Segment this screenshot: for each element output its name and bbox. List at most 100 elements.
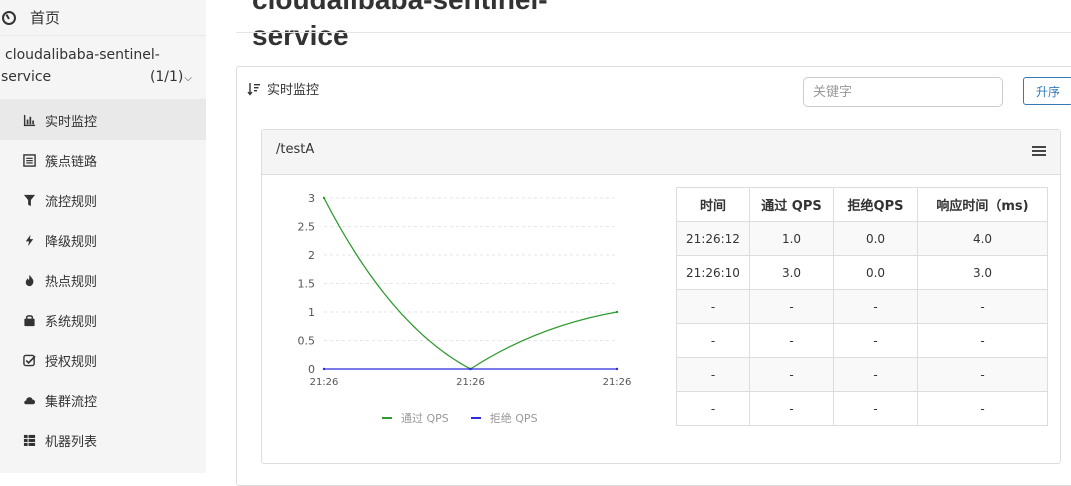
col-header-pass-qps: 通过 QPS <box>749 187 834 222</box>
sidebar-item-label: 降级规则 <box>45 234 98 250</box>
series-point-1 <box>322 367 326 371</box>
sidebar-item-label: 机器列表 <box>45 434 98 450</box>
table-row: ---- <box>676 357 1048 392</box>
table-cell: 21:26:10 <box>676 255 750 290</box>
sidebar-menu: 实时监控 簇点链路 流控规则 降级规则 热点规则 系统规则 授权规则 集群流控 <box>0 100 206 460</box>
table-cell: - <box>676 323 750 358</box>
series-point-1 <box>615 367 619 371</box>
sidebar-item-label: 系统规则 <box>45 314 98 330</box>
table-cell: - <box>749 391 834 426</box>
table-cell: - <box>833 323 918 358</box>
bolt-icon <box>22 233 36 247</box>
keyword-search-input[interactable] <box>803 77 1003 107</box>
metrics-table: 时间 通过 QPS 拒绝QPS 响应时间（ms) 21:26:12 1.0 0.0 4… <box>676 187 1048 426</box>
panel-heading: 实时监控 <box>247 79 319 98</box>
qps-chart: 3 2.5 2 1.5 1 0.5 0 21:26 21:26 21:26 <box>274 185 634 435</box>
col-header-rt: 响应时间（ms) <box>917 187 1048 222</box>
x-tick-label: 21:26 <box>310 377 339 388</box>
table-cell: 3.0 <box>917 255 1048 290</box>
y-tick-label: 2.5 <box>298 221 316 234</box>
resource-card: /testA 3 2.5 2 1.5 1 0.5 0 21:26 21:26 21:26 通过 Q… <box>261 129 1061 464</box>
chevron-down-icon: ⌵ <box>184 73 192 84</box>
table-cell: 1.0 <box>749 221 834 256</box>
table-cell: - <box>917 289 1048 324</box>
app-count: (1/1) <box>149 69 184 85</box>
check-icon <box>22 353 36 367</box>
sidebar-item-label: 簇点链路 <box>45 154 98 170</box>
sort-desc-icon <box>247 82 260 96</box>
table-cell: - <box>749 357 834 392</box>
table-row: ---- <box>676 391 1048 426</box>
sidebar-home[interactable]: 首页 <box>0 0 206 36</box>
sidebar: 首页 cloudalibaba-sentinel- service (1/1)⌵… <box>0 0 206 473</box>
list-icon <box>22 153 36 167</box>
legend-swatch-block <box>470 417 481 419</box>
table-cell: 0.0 <box>833 255 918 290</box>
table-cell: - <box>833 391 918 426</box>
chart-legend: 通过 QPS 拒绝 QPS <box>382 410 538 426</box>
table-cell: 0.0 <box>833 221 918 256</box>
table-row: 21:26:12 1.0 0.0 4.0 <box>676 221 1048 256</box>
grid-icon <box>22 433 36 447</box>
table-row: ---- <box>676 289 1048 324</box>
y-tick-label: 0.5 <box>298 335 316 348</box>
qps-line-chart: 32.521.510.5021:26 21:26 21:26 <box>298 192 632 388</box>
app-selector[interactable]: cloudalibaba-sentinel- service (1/1)⌵ <box>0 36 206 100</box>
table-cell: 4.0 <box>917 221 1048 256</box>
sidebar-item-label: 授权规则 <box>45 354 98 370</box>
table-cell: - <box>676 289 750 324</box>
table-cell: - <box>917 323 1048 358</box>
y-tick-label: 3 <box>308 192 315 205</box>
sort-ascending-button[interactable]: 升序 <box>1023 77 1071 105</box>
table-cell: 21:26:12 <box>676 221 750 256</box>
sidebar-item-cluster-flow[interactable]: 集群流控 <box>0 380 206 420</box>
sidebar-item-machine-list[interactable]: 机器列表 <box>0 420 206 460</box>
col-header-block-qps: 拒绝QPS <box>833 187 918 222</box>
y-tick-label: 2 <box>308 249 315 262</box>
title-divider <box>236 32 1071 33</box>
y-tick-label: 0 <box>308 363 315 376</box>
page-title: cloudalibaba-sentinel- service <box>252 0 548 54</box>
legend-label-pass: 通过 QPS <box>401 412 449 425</box>
legend-item-block[interactable]: 拒绝 QPS <box>470 410 538 426</box>
x-tick-label: 21:26 <box>456 377 485 388</box>
table-cell: - <box>917 357 1048 392</box>
resource-name: /testA <box>276 142 315 157</box>
y-tick-label: 1.5 <box>298 278 316 291</box>
series-point-0 <box>322 196 326 200</box>
x-tick-label: 21:26 <box>603 377 632 388</box>
table-cell: - <box>749 323 834 358</box>
table-cell: - <box>676 391 750 426</box>
sidebar-item-flow-rules[interactable]: 流控规则 <box>0 180 206 220</box>
legend-label-block: 拒绝 QPS <box>489 412 538 425</box>
menu-icon[interactable] <box>1032 146 1046 158</box>
resource-card-header: /testA <box>262 130 1060 175</box>
sidebar-item-system-rules[interactable]: 系统规则 <box>0 300 206 340</box>
filter-icon <box>22 193 36 207</box>
sidebar-item-cluster-link[interactable]: 簇点链路 <box>0 140 206 180</box>
panel-heading-label: 实时监控 <box>267 83 320 98</box>
col-header-time: 时间 <box>676 187 750 222</box>
series-point-1 <box>469 367 472 371</box>
legend-item-pass[interactable]: 通过 QPS <box>382 410 449 426</box>
main-content: cloudalibaba-sentinel- service 实时监控 升序 /… <box>236 0 1071 486</box>
table-cell: - <box>833 357 918 392</box>
sidebar-item-degrade-rules[interactable]: 降级规则 <box>0 220 206 260</box>
table-header-row: 时间 通过 QPS 拒绝QPS 响应时间（ms) <box>676 187 1048 222</box>
sidebar-item-realtime-monitor[interactable]: 实时监控 <box>0 100 206 140</box>
table-row: ---- <box>676 323 1048 358</box>
page-title-line1: cloudalibaba-sentinel- <box>252 0 548 18</box>
table-cell: 3.0 <box>749 255 834 290</box>
lock-icon <box>22 313 36 327</box>
fire-icon <box>22 273 36 287</box>
sidebar-item-hotspot-rules[interactable]: 热点规则 <box>0 260 206 300</box>
sidebar-item-auth-rules[interactable]: 授权规则 <box>0 340 206 380</box>
sidebar-item-label: 热点规则 <box>45 274 98 290</box>
app-name-line2: service <box>1 69 52 85</box>
cloud-icon <box>22 393 36 407</box>
app-name-line1: cloudalibaba-sentinel- <box>5 47 160 63</box>
table-cell: - <box>833 289 918 324</box>
monitor-panel: 实时监控 升序 /testA 32.521.510.5021:2621:2621… <box>236 66 1071 486</box>
series-point-0 <box>615 310 619 314</box>
sidebar-item-label: 实时监控 <box>45 114 98 130</box>
